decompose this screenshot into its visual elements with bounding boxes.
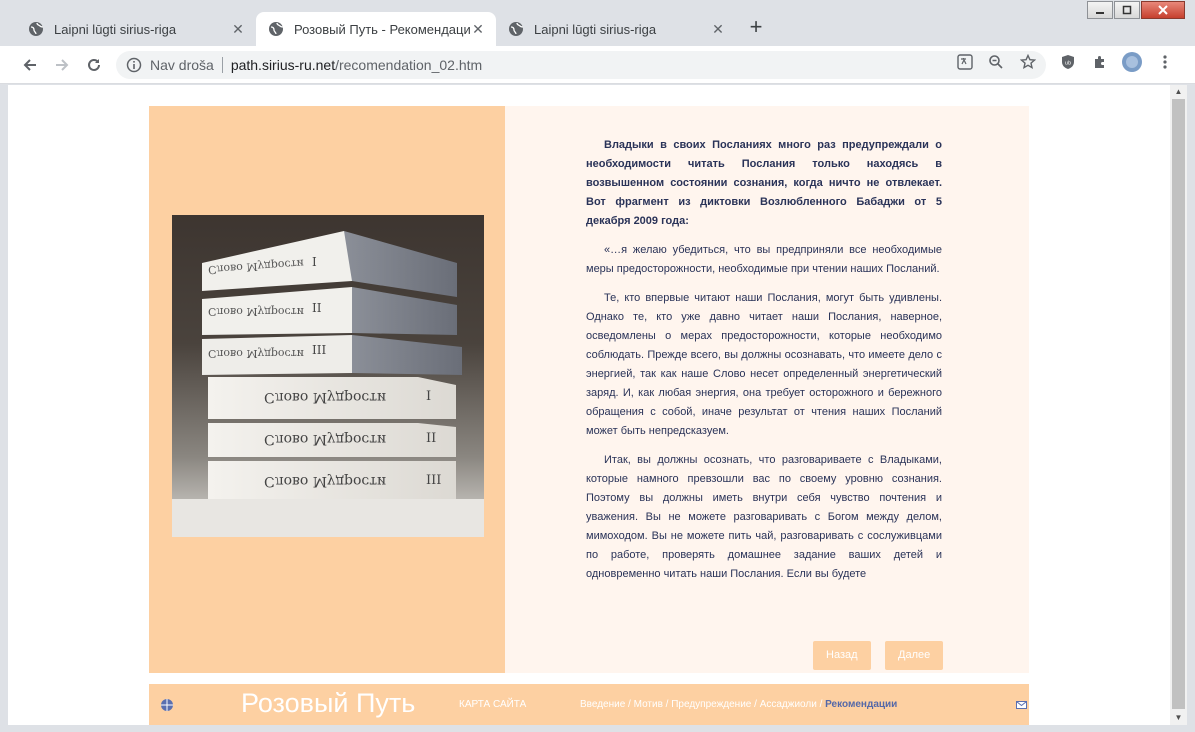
address-bar[interactable]: Nav droša path.sirius-ru.net/recomendati… xyxy=(116,51,1046,79)
more-vert-icon xyxy=(1163,55,1167,69)
forward-button[interactable] xyxy=(50,53,74,77)
scroll-down-icon[interactable]: ▼ xyxy=(1170,711,1187,725)
crumb-assagioli[interactable]: Ассаджиоли xyxy=(760,699,817,710)
book-stack-image: Слово Мудрости I Слово Мудрости II Слово… xyxy=(172,215,484,537)
zoom-button[interactable] xyxy=(986,52,1006,72)
star-icon xyxy=(1020,54,1036,69)
translate-icon xyxy=(957,54,973,70)
crumb-separator: / xyxy=(751,699,760,710)
tab-close-icon[interactable]: ✕ xyxy=(710,21,726,38)
site-logo[interactable]: Розовый Путь xyxy=(241,688,415,719)
mail-icon[interactable] xyxy=(1016,701,1027,709)
info-icon[interactable] xyxy=(126,57,142,73)
tab-title: Розовый Путь - Рекомендации xyxy=(294,21,470,37)
reload-icon xyxy=(88,58,100,71)
globe-icon xyxy=(509,22,524,36)
close-window-button[interactable] xyxy=(1141,1,1185,19)
minimize-icon xyxy=(1096,12,1104,14)
bookmark-button[interactable] xyxy=(1018,52,1038,72)
article-text: Владыки в своих Посланиях много раз пред… xyxy=(586,136,942,594)
crumb-separator: / xyxy=(816,699,826,710)
ublock-extension[interactable]: ub xyxy=(1058,52,1078,72)
quote-paragraph-3: Итак, вы должны осознать, что разговарив… xyxy=(586,454,942,580)
spine-volume: II xyxy=(426,431,437,446)
tab-sirius-riga-1[interactable]: Laipni lūgti sirius-riga ✕ xyxy=(16,12,256,46)
globe-icon xyxy=(269,22,284,36)
tab-close-icon[interactable]: ✕ xyxy=(470,21,486,38)
home-globe-icon[interactable] xyxy=(160,698,174,712)
browser-toolbar: Nav droša path.sirius-ru.net/recomendati… xyxy=(0,46,1195,84)
tab-title: Laipni lūgti sirius-riga xyxy=(534,21,657,37)
crumb-separator: / xyxy=(662,699,672,710)
minimize-button[interactable] xyxy=(1087,1,1113,19)
crumb-separator: / xyxy=(625,699,634,710)
vertical-scrollbar[interactable]: ▲ ▼ xyxy=(1170,85,1187,725)
crumb-recommendations[interactable]: Рекомендации xyxy=(825,699,897,710)
sitemap-link[interactable]: КАРТА САЙТА xyxy=(459,699,526,710)
left-panel: Слово Мудрости I Слово Мудрости II Слово… xyxy=(149,106,505,673)
avatar-icon xyxy=(1122,52,1142,72)
crumb-warning[interactable]: Предупреждение xyxy=(671,699,751,710)
url-host: path.sirius-ru.net xyxy=(230,57,336,73)
crumb-motive[interactable]: Мотив xyxy=(634,699,663,710)
translate-button[interactable] xyxy=(955,52,975,72)
reload-button[interactable] xyxy=(82,53,106,77)
tab-recommendations[interactable]: Розовый Путь - Рекомендации ✕ xyxy=(256,12,496,46)
maximize-icon xyxy=(1122,5,1132,15)
quote-paragraph-2: Те, кто впервые читают наши Послания, мо… xyxy=(586,292,942,437)
next-page-button[interactable]: Далее xyxy=(885,641,944,670)
crumb-intro[interactable]: Введение xyxy=(580,699,625,710)
tab-strip: Laipni lūgti sirius-riga ✕ Розовый Путь … xyxy=(0,0,1195,46)
url-path: /recomendation_02.htm xyxy=(335,57,483,73)
quote-paragraph-1: «…я желаю убедиться, что вы предприняли … xyxy=(586,244,942,275)
svg-text:ub: ub xyxy=(1065,61,1071,67)
globe-icon xyxy=(29,22,44,36)
scroll-up-icon[interactable]: ▲ xyxy=(1170,85,1187,99)
extensions-button[interactable] xyxy=(1090,52,1110,72)
back-page-button[interactable]: Назад xyxy=(813,641,871,670)
puzzle-icon xyxy=(1095,56,1104,68)
spine-volume: III xyxy=(426,473,442,488)
lead-paragraph: Владыки в своих Посланиях много раз пред… xyxy=(586,139,942,227)
menu-button[interactable] xyxy=(1155,52,1175,72)
shield-icon: ub xyxy=(1062,55,1074,69)
spine-volume: I xyxy=(426,389,432,404)
zoom-out-icon xyxy=(989,55,1003,69)
site-footer: Розовый Путь КАРТА САЙТА Введение / Моти… xyxy=(149,684,1029,725)
maximize-button[interactable] xyxy=(1114,1,1140,19)
new-tab-button[interactable]: + xyxy=(744,16,768,40)
arrow-right-icon xyxy=(56,59,69,71)
page-viewport: Слово Мудрости I Слово Мудрости II Слово… xyxy=(8,85,1187,725)
footer-breadcrumb: Введение / Мотив / Предупреждение / Асса… xyxy=(580,699,897,710)
security-label: Nav droša xyxy=(150,57,214,73)
scroll-thumb[interactable] xyxy=(1172,99,1185,709)
tab-close-icon[interactable]: ✕ xyxy=(230,21,246,38)
content-panel: Владыки в своих Посланиях много раз пред… xyxy=(505,106,1029,673)
arrow-left-icon xyxy=(23,59,36,71)
spine-volume: III xyxy=(312,343,327,357)
spine-title: Слово Мудрости xyxy=(208,347,305,360)
divider xyxy=(221,57,223,73)
back-button[interactable] xyxy=(18,53,42,77)
spine-volume: II xyxy=(312,301,322,315)
spine-title: Слово Мудрости xyxy=(264,431,387,447)
profile-button[interactable] xyxy=(1122,52,1142,72)
spine-title: Слово Мудрости xyxy=(264,389,387,405)
spine-title: Слово Мудрости xyxy=(208,305,305,318)
close-icon xyxy=(1158,5,1168,15)
tab-sirius-riga-2[interactable]: Laipni lūgti sirius-riga ✕ xyxy=(496,12,736,46)
window-frame xyxy=(0,725,1195,732)
spine-title: Слово Мудрости xyxy=(264,473,387,489)
tab-title: Laipni lūgti sirius-riga xyxy=(54,21,177,37)
spine-volume: I xyxy=(312,255,317,269)
